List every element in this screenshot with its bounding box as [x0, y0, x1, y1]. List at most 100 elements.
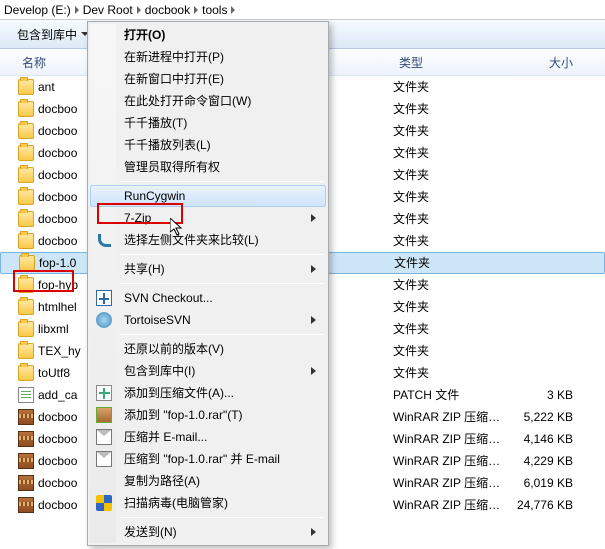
- archive-icon: [18, 431, 34, 447]
- menu-separator: [120, 283, 324, 284]
- file-name: docboo: [38, 428, 77, 450]
- folder-icon: [18, 299, 34, 315]
- shield-icon: [96, 495, 112, 511]
- file-size: 24,776 KB: [503, 494, 583, 516]
- folder-icon: [19, 255, 35, 271]
- file-name: libxml: [38, 318, 69, 340]
- folder-icon: [18, 211, 34, 227]
- menu-svn-checkout[interactable]: SVN Checkout...: [90, 287, 326, 309]
- menu-tortoisesvn[interactable]: TortoiseSVN: [90, 309, 326, 331]
- menu-compare-left[interactable]: 选择左侧文件夹来比较(L): [90, 229, 326, 251]
- menu-include-lib[interactable]: 包含到库中(I): [90, 360, 326, 382]
- file-icon: [18, 387, 34, 403]
- menu-compress-rar-email[interactable]: 压缩到 "fop-1.0.rar" 并 E-mail: [90, 448, 326, 470]
- breadcrumb-item[interactable]: Develop (E:): [4, 3, 71, 17]
- col-size[interactable]: 大小: [503, 54, 583, 71]
- menu-qq-playlist[interactable]: 千千播放列表(L): [90, 134, 326, 156]
- file-size: 4,229 KB: [503, 450, 583, 472]
- folder-icon: [18, 167, 34, 183]
- file-name: TEX_hy: [38, 340, 81, 362]
- file-type: 文件夹: [393, 230, 503, 252]
- file-name: docboo: [38, 450, 77, 472]
- menu-scan-virus[interactable]: 扫描病毒(电脑管家): [90, 492, 326, 514]
- file-type: 文件夹: [393, 98, 503, 120]
- file-size: 4,146 KB: [503, 428, 583, 450]
- file-type: WinRAR ZIP 压缩…: [393, 450, 503, 472]
- folder-icon: [18, 123, 34, 139]
- folder-icon: [18, 189, 34, 205]
- file-type: WinRAR ZIP 压缩…: [393, 406, 503, 428]
- archive-icon: [18, 453, 34, 469]
- menu-open-new-process[interactable]: 在新进程中打开(P): [90, 46, 326, 68]
- include-in-library-button[interactable]: 包含到库中: [8, 22, 98, 47]
- file-name: docboo: [38, 98, 77, 120]
- file-name: add_ca: [38, 384, 77, 406]
- menu-share[interactable]: 共享(H): [90, 258, 326, 280]
- file-name: fop-hyp: [38, 274, 78, 296]
- archive-icon: [18, 475, 34, 491]
- menu-separator: [120, 254, 324, 255]
- menu-restore-prev[interactable]: 还原以前的版本(V): [90, 338, 326, 360]
- archive-icon: [18, 409, 34, 425]
- file-type: 文件夹: [393, 186, 503, 208]
- col-type[interactable]: 类型: [393, 54, 503, 71]
- breadcrumb-item[interactable]: Dev Root: [83, 3, 133, 17]
- menu-open-new-window[interactable]: 在新窗口中打开(E): [90, 68, 326, 90]
- file-name: fop-1.0: [39, 252, 76, 274]
- file-size: 5,222 KB: [503, 406, 583, 428]
- submenu-arrow-icon: [311, 367, 316, 375]
- file-size: 3 KB: [503, 384, 583, 406]
- file-name: docboo: [38, 186, 77, 208]
- folder-icon: [18, 321, 34, 337]
- folder-icon: [18, 101, 34, 117]
- menu-admin-ownership[interactable]: 管理员取得所有权: [90, 156, 326, 178]
- file-type: 文件夹: [393, 340, 503, 362]
- svn-icon: [96, 290, 112, 306]
- menu-add-archive[interactable]: 添加到压缩文件(A)...: [90, 382, 326, 404]
- file-name: docboo: [38, 472, 77, 494]
- chevron-right-icon: [194, 6, 198, 14]
- folder-icon: [18, 79, 34, 95]
- menu-send-to[interactable]: 发送到(N): [90, 521, 326, 543]
- mail-icon: [96, 429, 112, 445]
- menu-separator: [120, 334, 324, 335]
- file-type: 文件夹: [393, 208, 503, 230]
- submenu-arrow-icon: [311, 528, 316, 536]
- file-name: docboo: [38, 142, 77, 164]
- file-type: 文件夹: [393, 76, 503, 98]
- file-name: docboo: [38, 164, 77, 186]
- file-name: docboo: [38, 406, 77, 428]
- menu-copy-as-path[interactable]: 复制为路径(A): [90, 470, 326, 492]
- menu-open[interactable]: 打开(O): [90, 24, 326, 46]
- file-type: 文件夹: [393, 296, 503, 318]
- menu-qq-play[interactable]: 千千播放(T): [90, 112, 326, 134]
- archive-rar-icon: [96, 407, 112, 423]
- breadcrumb-item[interactable]: docbook: [145, 3, 190, 17]
- context-menu: 打开(O) 在新进程中打开(P) 在新窗口中打开(E) 在此处打开命令窗口(W)…: [87, 21, 329, 546]
- file-name: docboo: [38, 208, 77, 230]
- file-type: 文件夹: [393, 318, 503, 340]
- breadcrumb-item[interactable]: tools: [202, 3, 227, 17]
- file-name: docboo: [38, 230, 77, 252]
- file-type: 文件夹: [393, 120, 503, 142]
- file-name: toUtf8: [38, 362, 70, 384]
- file-type: 文件夹: [393, 142, 503, 164]
- file-type: 文件夹: [393, 362, 503, 384]
- file-size: 6,019 KB: [503, 472, 583, 494]
- menu-7zip[interactable]: 7-Zip: [90, 207, 326, 229]
- menu-run-cygwin[interactable]: RunCygwin: [90, 185, 326, 207]
- file-name: ant: [38, 76, 55, 98]
- file-name: htmlhel: [38, 296, 77, 318]
- menu-separator: [120, 181, 324, 182]
- breadcrumb[interactable]: Develop (E:) Dev Root docbook tools: [0, 0, 605, 20]
- file-type: 文件夹: [393, 164, 503, 186]
- file-type: WinRAR ZIP 压缩…: [393, 472, 503, 494]
- menu-compress-email[interactable]: 压缩并 E-mail...: [90, 426, 326, 448]
- file-type: 文件夹: [394, 252, 504, 274]
- folder-icon: [18, 145, 34, 161]
- file-type: WinRAR ZIP 压缩…: [393, 494, 503, 516]
- menu-open-cmd-here[interactable]: 在此处打开命令窗口(W): [90, 90, 326, 112]
- submenu-arrow-icon: [311, 265, 316, 273]
- chevron-right-icon: [137, 6, 141, 14]
- menu-add-rar[interactable]: 添加到 "fop-1.0.rar"(T): [90, 404, 326, 426]
